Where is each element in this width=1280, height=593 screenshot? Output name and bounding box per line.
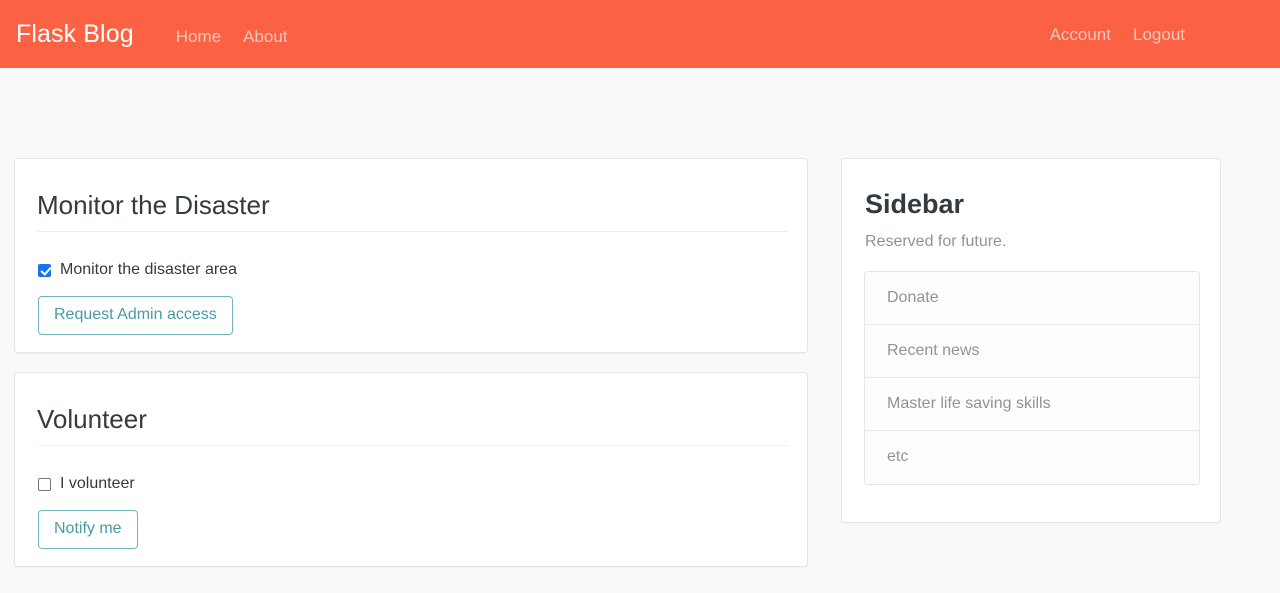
sidebar-item-master-life-saving-skills[interactable]: Master life saving skills (865, 377, 1199, 431)
navbar-left-group: Flask Blog Home About (16, 21, 310, 47)
card-title-monitor: Monitor the Disaster (37, 190, 270, 220)
nav-link-about[interactable]: About (243, 28, 287, 45)
sidebar-list-group: Donate Recent news Master life saving sk… (864, 270, 1200, 485)
card-sidebar: Sidebar Reserved for future. Donate Rece… (841, 158, 1221, 523)
title-divider-volunteer (37, 445, 788, 447)
top-navbar: Flask Blog Home About Account Logout (0, 0, 1280, 68)
request-admin-access-button[interactable]: Request Admin access (38, 296, 233, 335)
card-title-volunteer: Volunteer (37, 404, 147, 434)
content-container: Monitor the Disaster Monitor the disaste… (0, 88, 1280, 593)
card-volunteer: Volunteer I volunteer Notify me (14, 372, 808, 567)
nav-link-home[interactable]: Home (176, 28, 221, 45)
card-body-monitor: Monitor the Disaster Monitor the disaste… (15, 159, 807, 355)
checkbox-row-monitor: Monitor the disaster area (38, 262, 787, 278)
sidebar-item-recent-news[interactable]: Recent news (865, 324, 1199, 378)
nav-link-logout[interactable]: Logout (1133, 26, 1185, 43)
checkbox-i-volunteer[interactable] (38, 477, 51, 491)
checkbox-label-i-volunteer[interactable]: I volunteer (60, 476, 135, 492)
card-monitor-the-disaster: Monitor the Disaster Monitor the disaste… (14, 158, 808, 353)
checkbox-label-monitor-disaster-area[interactable]: Monitor the disaster area (60, 262, 237, 278)
sidebar-item-etc[interactable]: etc (865, 430, 1199, 484)
nav-link-account[interactable]: Account (1050, 26, 1111, 43)
sidebar-subtitle: Reserved for future. (865, 233, 1007, 251)
checkbox-monitor-disaster-area[interactable] (38, 263, 51, 277)
title-divider-monitor (37, 231, 788, 233)
sidebar-title: Sidebar (865, 189, 965, 219)
sidebar-item-donate[interactable]: Donate (865, 271, 1199, 325)
navbar-brand[interactable]: Flask Blog (16, 21, 134, 47)
checkbox-row-volunteer: I volunteer (38, 476, 787, 492)
page-body: Monitor the Disaster Monitor the disaste… (0, 68, 1280, 593)
navbar-right-group: Account Logout (1028, 26, 1264, 43)
notify-me-button[interactable]: Notify me (38, 510, 138, 549)
card-body-volunteer: Volunteer I volunteer Notify me (15, 373, 807, 569)
card-body-sidebar: Sidebar Reserved for future. Donate Rece… (842, 159, 1220, 505)
